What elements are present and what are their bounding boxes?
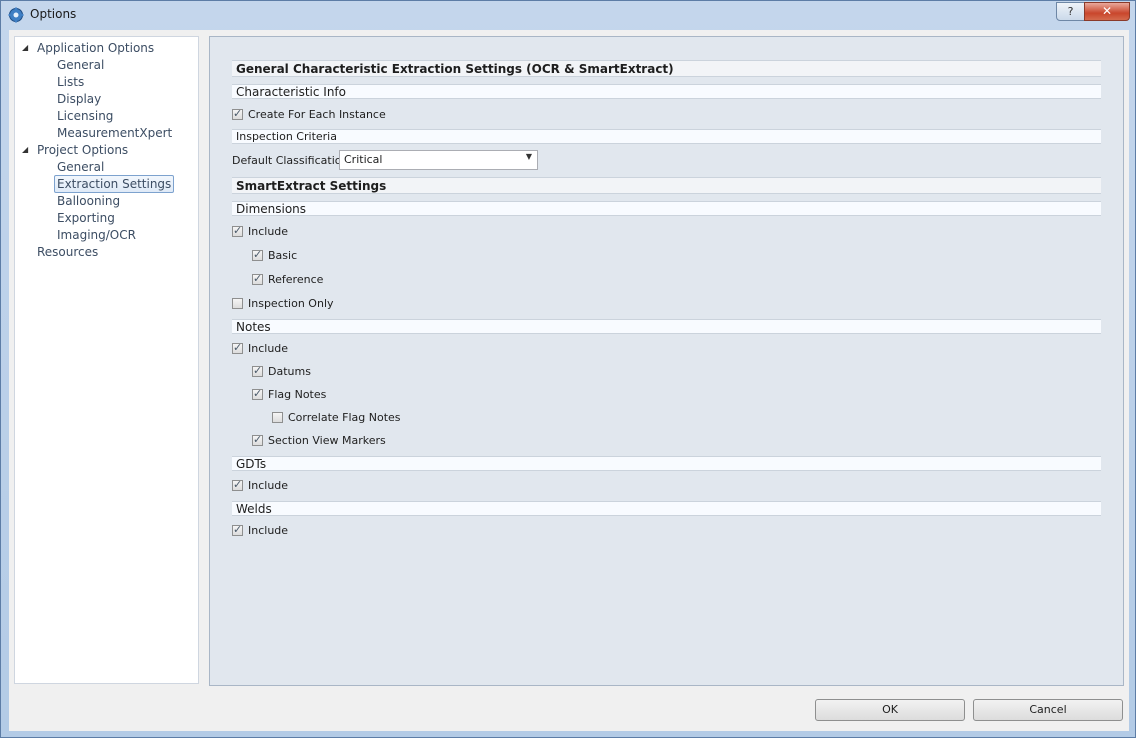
gdts-header: GDTs xyxy=(232,456,1101,471)
tree-item-project-options[interactable]: Project Options xyxy=(37,142,128,158)
options-window: Options ? ✕ ◢ Application Options Genera… xyxy=(0,0,1136,738)
create-for-each-instance-checkbox[interactable] xyxy=(232,107,243,121)
tree-item-display[interactable]: Display xyxy=(57,91,101,107)
notes-flag-notes-checkbox[interactable] xyxy=(252,387,263,401)
dialog-content: ◢ Application Options General Lists Disp… xyxy=(9,30,1129,731)
tree-item-extraction-settings[interactable]: Extraction Settings xyxy=(54,175,175,193)
dimensions-include-label: Include xyxy=(248,225,289,238)
notes-datums-checkbox[interactable] xyxy=(252,364,263,378)
default-classification-select[interactable]: Critical ▼ xyxy=(339,150,538,170)
gdts-include-checkbox[interactable] xyxy=(232,478,243,492)
tree-item-imaging-ocr[interactable]: Imaging/OCR xyxy=(57,227,136,243)
title-bar[interactable]: Options ? ✕ xyxy=(1,1,1135,29)
welds-include-checkbox[interactable] xyxy=(232,523,243,537)
app-gear-icon xyxy=(8,7,24,23)
extraction-settings-panel: General Characteristic Extraction Settin… xyxy=(209,36,1124,686)
tree-item-measurementxpert[interactable]: MeasurementXpert xyxy=(57,125,172,141)
close-button[interactable]: ✕ xyxy=(1084,2,1130,21)
notes-correlate-flag-notes-checkbox[interactable] xyxy=(272,412,283,423)
general-extraction-header: General Characteristic Extraction Settin… xyxy=(232,60,1101,77)
welds-header: Welds xyxy=(232,501,1101,516)
tree-item-resources[interactable]: Resources xyxy=(37,244,98,260)
inspection-criteria-header: Inspection Criteria xyxy=(232,129,1101,144)
dimensions-inspection-only-checkbox[interactable] xyxy=(232,298,243,309)
tree-item-lists[interactable]: Lists xyxy=(57,74,84,90)
notes-include-label: Include xyxy=(248,342,289,355)
tree-item-licensing[interactable]: Licensing xyxy=(57,108,113,124)
characteristic-info-header: Characteristic Info xyxy=(232,84,1101,99)
tree-item-ballooning[interactable]: Ballooning xyxy=(57,193,120,209)
dimensions-include-checkbox[interactable] xyxy=(232,224,243,238)
dimensions-basic-checkbox[interactable] xyxy=(252,248,263,262)
dimensions-inspection-only-label: Inspection Only xyxy=(248,297,334,310)
tree-item-application-options[interactable]: Application Options xyxy=(37,40,154,56)
tree-item-general[interactable]: General xyxy=(57,57,104,73)
tree-item-project-general[interactable]: General xyxy=(57,159,104,175)
smartextract-header: SmartExtract Settings xyxy=(232,177,1101,194)
notes-include-checkbox[interactable] xyxy=(232,341,243,355)
notes-datums-label: Datums xyxy=(268,365,311,378)
default-classification-value: Critical xyxy=(344,153,383,166)
notes-section-view-markers-label: Section View Markers xyxy=(268,434,386,447)
options-tree[interactable]: ◢ Application Options General Lists Disp… xyxy=(14,36,199,684)
expanded-arrow-icon[interactable]: ◢ xyxy=(22,142,28,158)
default-classification-label: Default Classification xyxy=(232,154,349,167)
gdts-include-label: Include xyxy=(248,479,289,492)
tree-item-exporting[interactable]: Exporting xyxy=(57,210,115,226)
window-title: Options xyxy=(30,7,77,21)
expanded-arrow-icon[interactable]: ◢ xyxy=(22,40,28,56)
notes-flag-notes-label: Flag Notes xyxy=(268,388,327,401)
dimensions-basic-label: Basic xyxy=(268,249,298,262)
ok-button[interactable]: OK xyxy=(815,699,965,721)
create-for-each-instance-label: Create For Each Instance xyxy=(248,108,386,121)
notes-correlate-flag-notes-label: Correlate Flag Notes xyxy=(288,411,401,424)
dimensions-reference-label: Reference xyxy=(268,273,324,286)
cancel-button[interactable]: Cancel xyxy=(973,699,1123,721)
help-button[interactable]: ? xyxy=(1056,2,1085,21)
notes-section-view-markers-checkbox[interactable] xyxy=(252,433,263,447)
welds-include-label: Include xyxy=(248,524,289,537)
dimensions-reference-checkbox[interactable] xyxy=(252,272,263,286)
dimensions-header: Dimensions xyxy=(232,201,1101,216)
notes-header: Notes xyxy=(232,319,1101,334)
dropdown-arrow-icon: ▼ xyxy=(525,152,532,161)
